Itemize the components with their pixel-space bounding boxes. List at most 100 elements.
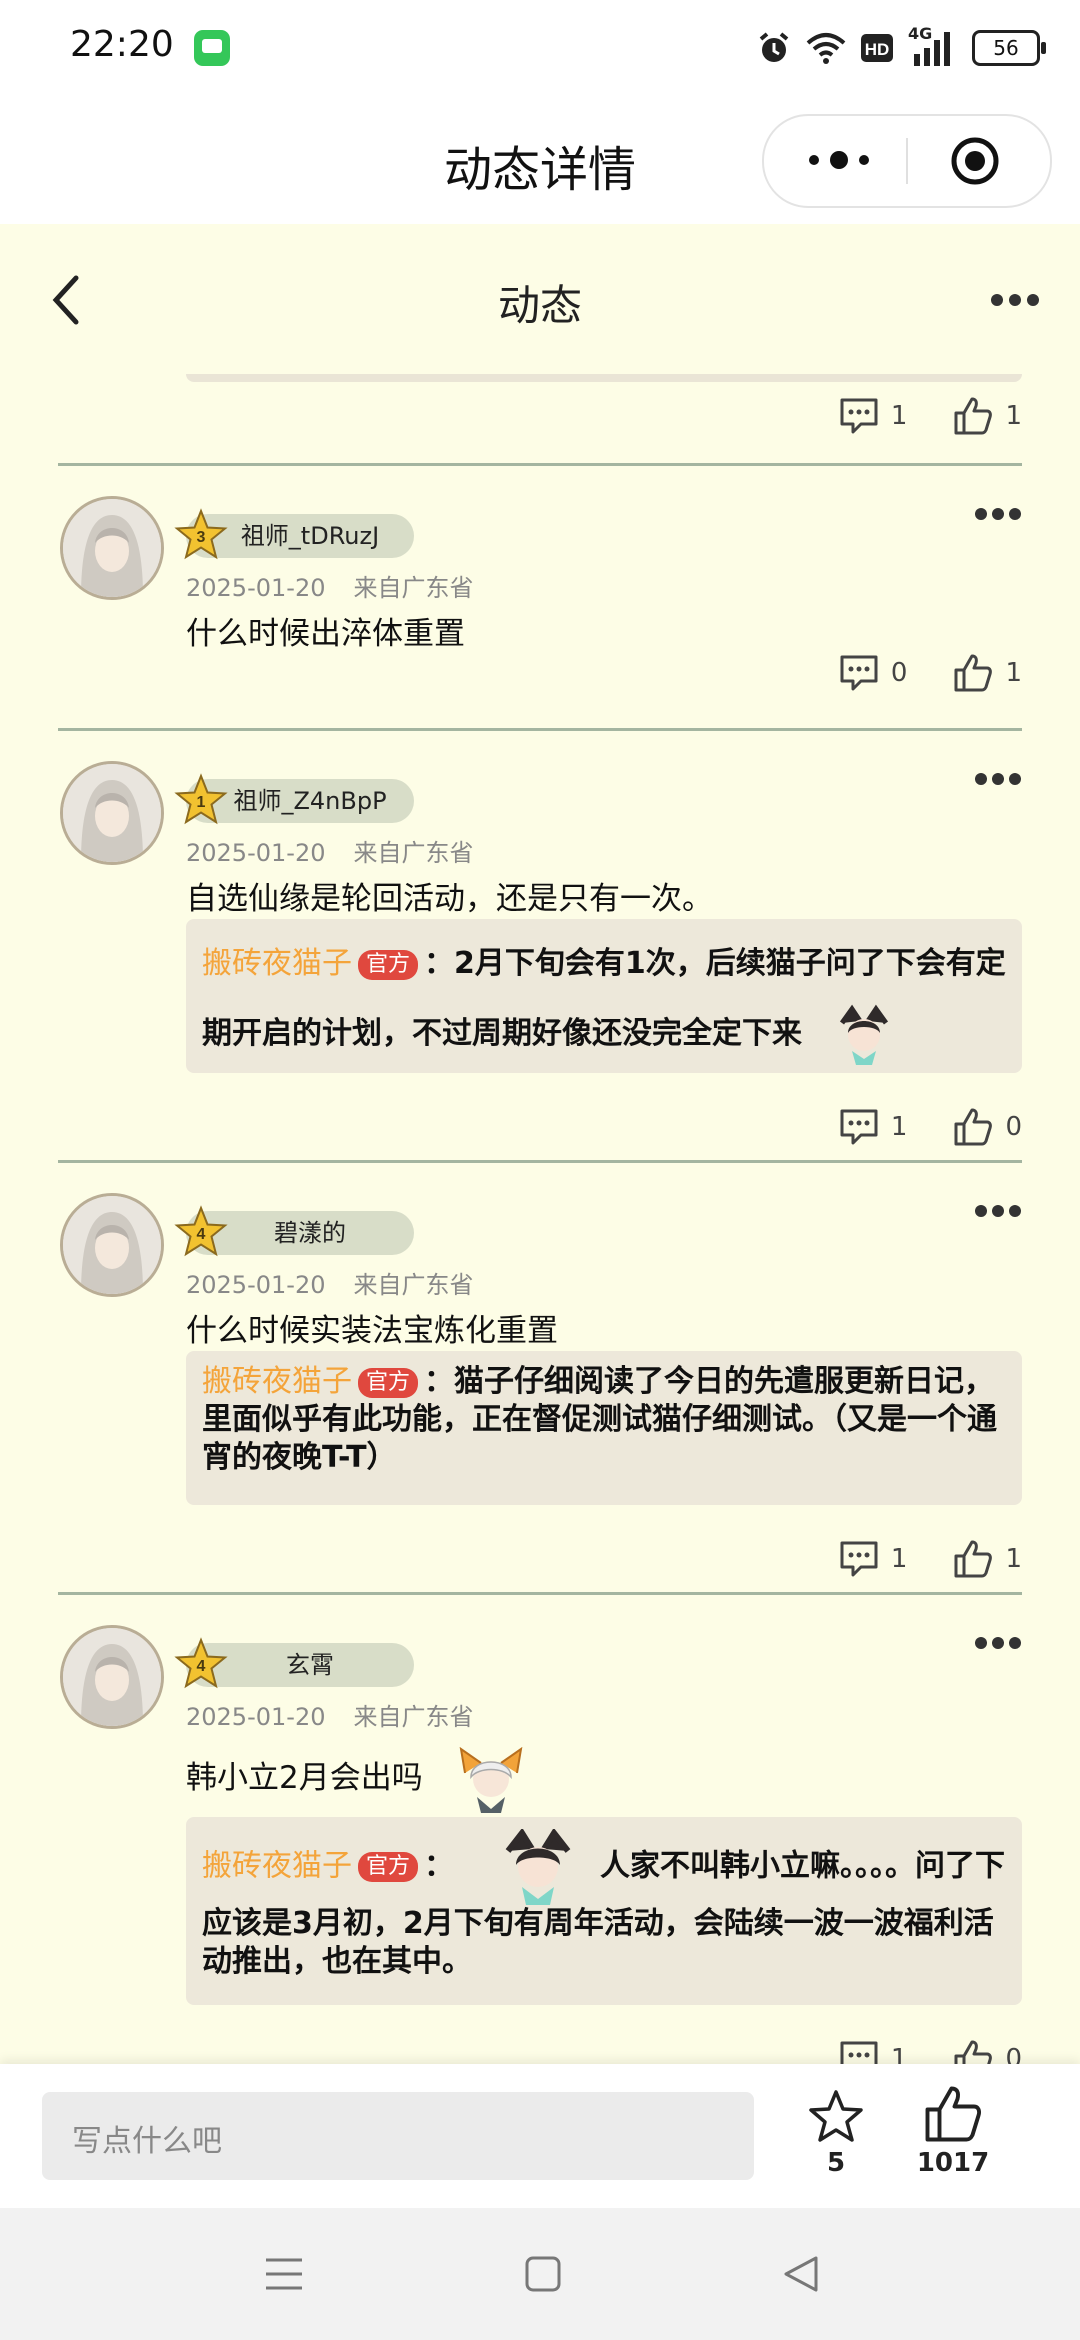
avatar[interactable]: [60, 1193, 164, 1297]
official-badge: 官方: [358, 949, 419, 980]
thumbs-up-icon: [954, 654, 993, 692]
like-button[interactable]: 1: [953, 1539, 1022, 1579]
comment-item: 祖师_Z4nBpP 1 2025-01-20 来自广东省 自选仙缘是轮回活动，还是…: [0, 761, 1080, 1181]
comment-actions: 0 1: [793, 651, 1022, 695]
comment-item: 祖师_tDRuzJ 3 2025-01-20 来自广东省 什么时候出淬体重置 0 …: [0, 496, 1080, 716]
comment-icon: [840, 398, 878, 434]
like-button[interactable]: 1: [953, 396, 1022, 436]
comment-button[interactable]: 0: [839, 654, 908, 692]
comment-icon: [840, 1109, 878, 1145]
comment-more-icon[interactable]: [974, 1203, 1022, 1219]
comment-button[interactable]: 1: [839, 397, 907, 435]
comment-text-row: 韩小立2月会出吗: [186, 1741, 529, 1815]
reply-colon: ：: [424, 1848, 455, 1884]
like-count: 0: [1005, 2044, 1022, 2064]
miniprogram-capsule: [762, 114, 1052, 208]
capsule-divider: [906, 138, 908, 184]
thumbs-up-icon: [954, 1108, 993, 1146]
comment-more-icon[interactable]: [974, 506, 1022, 522]
official-badge: 官方: [358, 1367, 419, 1398]
comment-meta: 2025-01-20 来自广东省: [186, 1265, 501, 1300]
official-badge: 官方: [358, 1852, 419, 1882]
comment-count: 1: [890, 1544, 908, 1574]
reply-colon: ：: [424, 1364, 455, 1399]
comment-item: 碧漾的 4 2025-01-20 来自广东省 什么时候实装法宝炼化重置 搬砖夜猫子…: [0, 1193, 1080, 1613]
comment-meta: 2025-01-20 来自广东省: [186, 1697, 501, 1732]
like-count: 1: [1005, 401, 1022, 431]
comment-meta: 2025-01-20 来自广东省: [186, 833, 501, 868]
comment-item: 玄霄 4 2025-01-20 来自广东省 韩小立2月会出吗 搬砖夜猫子 官方：人家…: [0, 1625, 1080, 2064]
comment-actions: 1 0: [793, 1105, 1022, 1149]
more-icon[interactable]: [990, 290, 1040, 310]
avatar[interactable]: [60, 496, 164, 600]
menu-icon[interactable]: [264, 2256, 304, 2292]
comment-text: 自选仙缘是轮回活动，还是只有一次。: [186, 881, 713, 917]
like-button[interactable]: 1: [953, 653, 1022, 693]
comment-divider: [58, 1160, 1022, 1163]
level-number: 4: [197, 1658, 206, 1675]
system-nav-bar: [0, 2208, 1080, 2340]
home-icon[interactable]: [524, 2255, 562, 2293]
reply-author[interactable]: 搬砖夜猫子: [202, 1849, 352, 1884]
level-star-icon: 4: [174, 1205, 228, 1257]
avatar[interactable]: [60, 1625, 164, 1729]
comment-button[interactable]: 1: [839, 1540, 908, 1578]
comment-more-icon[interactable]: [974, 1635, 1022, 1651]
comment-more-icon[interactable]: [974, 771, 1022, 787]
comment-location: 来自广东省: [353, 1703, 474, 1731]
thumbs-up-icon: [954, 1540, 993, 1578]
fox-boy-sticker-icon: [459, 1746, 522, 1813]
like-count: 1: [1005, 1544, 1022, 1574]
like-button[interactable]: 0: [953, 1107, 1022, 1147]
comment-location: 来自广东省: [353, 839, 474, 867]
official-reply: 搬砖夜猫子 官方：人家不叫韩小立嘛。。。。问了下应该是3月初，2月下旬有周年活动，…: [186, 1817, 1022, 2005]
status-icons: HD 4G 56: [756, 24, 1046, 70]
comment-input-placeholder: 写点什么吧: [72, 2124, 222, 2159]
hd-icon: HD: [861, 34, 893, 62]
title-bar: 动态详情: [0, 96, 1080, 224]
signal-icon: 4G: [908, 24, 958, 68]
comment-divider: [58, 1592, 1022, 1595]
comments-list: 1 1 祖师_tDRuzJ 3 2025-01-20 来自广东省 什么时候出淬体重…: [0, 374, 1080, 2064]
comment-text: 韩小立2月会出吗: [186, 1760, 423, 1796]
thumbs-up-icon: [954, 2040, 993, 2064]
comment-button[interactable]: 1: [839, 1108, 908, 1146]
status-time: 22:20: [70, 24, 174, 65]
thumbs-up-icon: [925, 2086, 982, 2142]
post-like-button[interactable]: 1017: [908, 2084, 998, 2178]
cat-girl-sticker-icon: [840, 1004, 889, 1065]
level-star-icon: 1: [174, 773, 228, 825]
previous-comment-actions: 1 1: [793, 394, 1022, 438]
comment-button[interactable]: 1: [839, 2040, 907, 2064]
official-reply: 搬砖夜猫子 官方 ：2月下旬会有1次，后续猫子问了下会有定期开启的计划，不过周期好像…: [186, 919, 1022, 1073]
post-like-count: 1017: [916, 2148, 990, 2178]
comment-icon: [840, 655, 878, 691]
back-icon[interactable]: [782, 2254, 820, 2294]
comment-input[interactable]: 写点什么吧: [42, 2092, 754, 2180]
comment-actions: 1 1: [793, 1537, 1022, 1581]
comment-location: 来自广东省: [353, 1271, 474, 1299]
avatar[interactable]: [60, 761, 164, 865]
comment-count: 0: [890, 658, 908, 688]
more-dots-icon[interactable]: [804, 140, 874, 180]
status-bar: 22:20 HD 4G 56: [0, 0, 1080, 96]
svg-text:HD: HD: [865, 40, 890, 59]
favorite-count: 5: [826, 2148, 846, 2178]
reply-author[interactable]: 搬砖夜猫子: [202, 946, 352, 981]
comment-date: 2025-01-20: [186, 1703, 326, 1731]
comment-divider: [58, 728, 1022, 731]
thumbs-up-icon: [954, 397, 993, 435]
comment-actions: 1 0: [793, 2037, 1022, 2064]
level-number: 1: [197, 794, 206, 811]
nav-title: 动态: [497, 281, 582, 330]
reply-author[interactable]: 搬砖夜猫子: [202, 1364, 352, 1399]
close-target-icon[interactable]: [950, 136, 1000, 186]
like-count: 0: [1005, 1112, 1022, 1142]
comment-date: 2025-01-20: [186, 839, 326, 867]
comment-meta: 2025-01-20 来自广东省: [186, 568, 501, 603]
comment-count: 1: [890, 1112, 908, 1142]
star-icon: [809, 2090, 863, 2142]
favorite-button[interactable]: 5: [798, 2088, 874, 2178]
comment-icon: [840, 1541, 878, 1577]
like-button[interactable]: 0: [953, 2039, 1022, 2064]
